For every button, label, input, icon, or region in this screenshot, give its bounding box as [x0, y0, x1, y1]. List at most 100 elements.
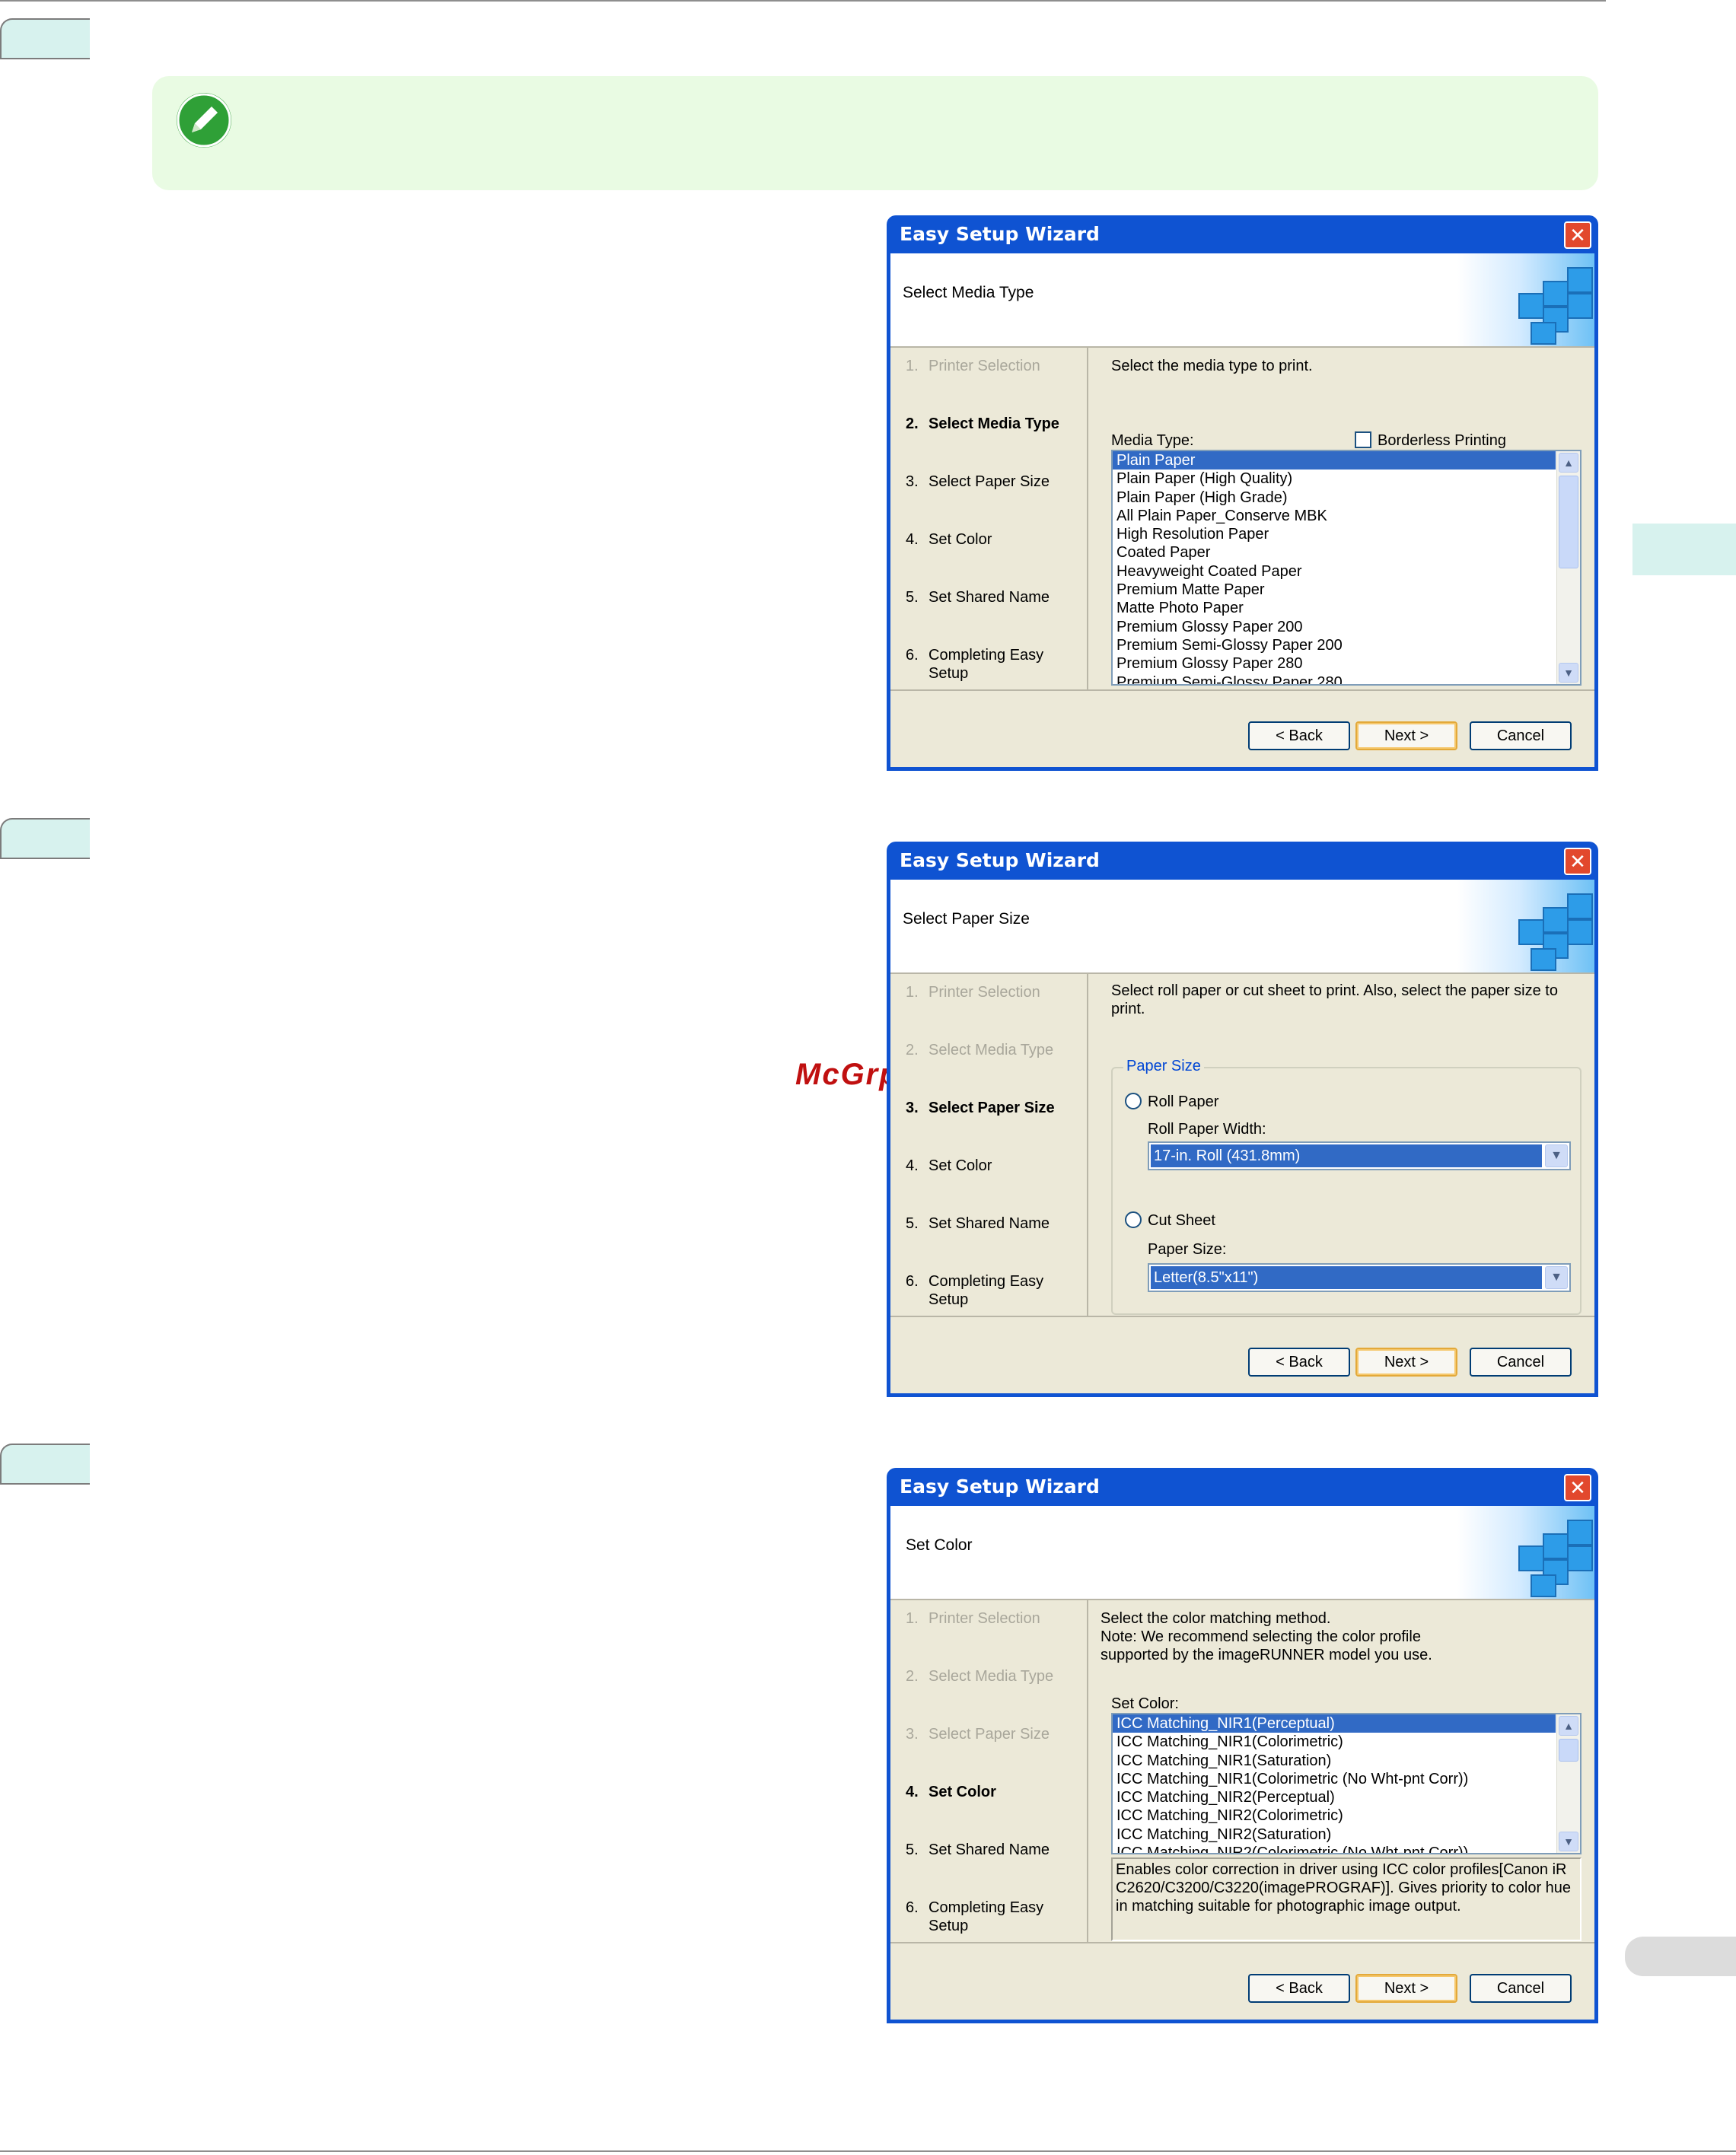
roll-width-dropdown[interactable]: 17-in. Roll (431.8mm) ▼	[1148, 1141, 1571, 1170]
step-select-media-type: 2. Select Media Type	[906, 1668, 1054, 1685]
list-item[interactable]: Premium Semi-Glossy Paper 280	[1113, 673, 1580, 684]
printer-logo-icon	[1457, 880, 1594, 972]
step-select-paper-size: 3. Select Paper Size	[906, 473, 1050, 490]
list-item[interactable]: Plain Paper (High Grade)	[1113, 489, 1580, 507]
cancel-button[interactable]: Cancel	[1470, 1348, 1572, 1377]
color-list-scrollbar[interactable]: ▲ ▼	[1556, 1714, 1580, 1853]
step-completing-easy-setup: 6. Completing Easy Setup	[906, 1899, 1044, 1934]
list-item[interactable]: Premium Semi-Glossy Paper 200	[1113, 636, 1580, 654]
list-item[interactable]: ICC Matching_NIR2(Perceptual)	[1113, 1788, 1580, 1806]
note-box	[152, 76, 1598, 190]
step-select-paper-size: 3. Select Paper Size	[906, 1100, 1055, 1116]
instruction-line-1: Select the color matching method.	[1101, 1610, 1331, 1627]
divider	[890, 689, 1594, 691]
cancel-button[interactable]: Cancel	[1470, 1974, 1572, 2003]
list-item[interactable]: ICC Matching_NIR2(Colorimetric)	[1113, 1806, 1580, 1825]
roll-paper-radio[interactable]	[1125, 1093, 1142, 1109]
cancel-button[interactable]: Cancel	[1470, 721, 1572, 750]
set-color-label: Set Color:	[1111, 1695, 1179, 1712]
note-pencil-icon	[177, 93, 231, 148]
close-icon[interactable]: ✕	[1564, 221, 1591, 249]
list-item[interactable]: All Plain Paper_Conserve MBK	[1113, 507, 1580, 525]
set-color-list[interactable]: ICC Matching_NIR1(Perceptual) ICC Matchi…	[1111, 1713, 1582, 1854]
paper-size-value: Letter(8.5"x11")	[1151, 1266, 1542, 1289]
dialog-body: Select Media Type 1. Printer Selection 2.…	[890, 253, 1594, 767]
chapter-tab	[1632, 524, 1736, 575]
instruction-line-3: supported by the imageRUNNER model you u…	[1101, 1647, 1432, 1663]
back-button[interactable]: < Back	[1248, 1974, 1350, 2003]
printer-logo-icon	[1457, 253, 1594, 346]
list-item[interactable]: ICC Matching_NIR1(Saturation)	[1113, 1752, 1580, 1770]
instruction-text: Select roll paper or cut sheet to print.…	[1111, 982, 1558, 1017]
instruction-text: Select the media type to print.	[1111, 358, 1313, 374]
wizard-content: Select roll paper or cut sheet to print.…	[1088, 974, 1594, 1316]
scroll-thumb[interactable]	[1559, 1739, 1578, 1762]
cut-sheet-radio[interactable]	[1125, 1211, 1142, 1228]
step-set-color: 4. Set Color	[906, 531, 992, 548]
back-button[interactable]: < Back	[1248, 721, 1350, 750]
scroll-down-icon[interactable]: ▼	[1559, 1832, 1578, 1851]
list-item[interactable]: ICC Matching_NIR1(Perceptual)	[1113, 1714, 1556, 1733]
chevron-down-icon[interactable]: ▼	[1545, 1266, 1568, 1289]
roll-width-value: 17-in. Roll (431.8mm)	[1151, 1144, 1542, 1167]
step-set-shared-name: 5. Set Shared Name	[906, 589, 1050, 606]
list-item[interactable]: Matte Photo Paper	[1113, 599, 1580, 617]
next-button[interactable]: Next >	[1355, 721, 1457, 750]
list-item[interactable]: ICC Matching_NIR1(Colorimetric (No Wht-p…	[1113, 1770, 1580, 1788]
dialog-title-bar: Easy Setup Wizard ✕	[890, 1468, 1594, 1506]
step-printer-selection: 1. Printer Selection	[906, 358, 1040, 374]
next-button[interactable]: Next >	[1355, 1348, 1457, 1377]
list-item[interactable]: Premium Glossy Paper 200	[1113, 618, 1580, 636]
close-icon[interactable]: ✕	[1564, 848, 1591, 875]
list-item[interactable]: Coated Paper	[1113, 543, 1580, 562]
wizard-header: Select Media Type	[890, 253, 1594, 348]
scroll-thumb[interactable]	[1559, 476, 1578, 568]
paper-size-dropdown[interactable]: Letter(8.5"x11") ▼	[1148, 1263, 1571, 1292]
dialog-title-bar: Easy Setup Wizard ✕	[890, 215, 1594, 253]
list-item[interactable]: Heavyweight Coated Paper	[1113, 562, 1580, 581]
page-number-tab	[1625, 1937, 1736, 1976]
list-item[interactable]: Premium Matte Paper	[1113, 581, 1580, 599]
media-list-scrollbar[interactable]: ▲ ▼	[1556, 451, 1580, 684]
divider	[890, 1316, 1594, 1317]
wizard-steps: 1. Printer Selection 2. Select Media Type …	[890, 974, 1088, 1316]
step-printer-selection: 1. Printer Selection	[906, 1610, 1040, 1627]
wizard-header: Set Color	[890, 1506, 1594, 1600]
back-button[interactable]: < Back	[1248, 1348, 1350, 1377]
step-completing-easy-setup: 6. Completing Easy Setup	[906, 1273, 1044, 1308]
media-type-label: Media Type:	[1111, 432, 1194, 449]
scroll-up-icon[interactable]: ▲	[1559, 453, 1578, 473]
step-set-shared-name: 5. Set Shared Name	[906, 1841, 1050, 1858]
borderless-printing-checkbox[interactable]	[1355, 431, 1371, 448]
step-marker-2	[0, 818, 90, 859]
wizard-page-title: Set Color	[906, 1536, 973, 1554]
dialog-title: Easy Setup Wizard	[900, 1475, 1100, 1498]
chevron-down-icon[interactable]: ▼	[1545, 1144, 1568, 1167]
list-item[interactable]: Premium Glossy Paper 280	[1113, 654, 1580, 673]
step-set-color: 4. Set Color	[906, 1784, 996, 1800]
next-button[interactable]: Next >	[1355, 1974, 1457, 2003]
bottom-rule	[0, 2150, 1736, 2152]
list-item[interactable]: ICC Matching_NIR2(Colorimetric (No Wht-p…	[1113, 1844, 1580, 1853]
scroll-down-icon[interactable]: ▼	[1559, 663, 1578, 683]
dialog-select-paper-size: Easy Setup Wizard ✕ Select Paper Size 1.…	[887, 842, 1598, 1397]
close-icon[interactable]: ✕	[1564, 1474, 1591, 1501]
step-printer-selection: 1. Printer Selection	[906, 984, 1040, 1001]
step-select-paper-size: 3. Select Paper Size	[906, 1726, 1050, 1743]
wizard-steps: 1. Printer Selection 2. Select Media Type …	[890, 1600, 1088, 1942]
step-marker-3	[0, 1444, 90, 1485]
paper-size-label: Paper Size:	[1148, 1241, 1227, 1258]
dialog-select-media-type: Easy Setup Wizard ✕ Select Media Type 1.…	[887, 215, 1598, 771]
list-item[interactable]: ICC Matching_NIR1(Colorimetric)	[1113, 1733, 1580, 1751]
scroll-up-icon[interactable]: ▲	[1559, 1716, 1578, 1736]
list-item[interactable]: ICC Matching_NIR2(Saturation)	[1113, 1826, 1580, 1844]
printer-logo-icon	[1457, 1506, 1594, 1599]
list-item[interactable]: Plain Paper (High Quality)	[1113, 470, 1580, 488]
roll-paper-label: Roll Paper	[1148, 1093, 1219, 1110]
step-select-media-type: 2. Select Media Type	[906, 1042, 1054, 1058]
dialog-body: Set Color 1. Printer Selection 2. Select M…	[890, 1506, 1594, 2020]
list-item[interactable]: High Resolution Paper	[1113, 525, 1580, 543]
step-completing-easy-setup: 6. Completing Easy Setup	[906, 647, 1044, 682]
media-type-list[interactable]: Plain Paper Plain Paper (High Quality) P…	[1111, 450, 1582, 686]
list-item[interactable]: Plain Paper	[1113, 451, 1556, 470]
